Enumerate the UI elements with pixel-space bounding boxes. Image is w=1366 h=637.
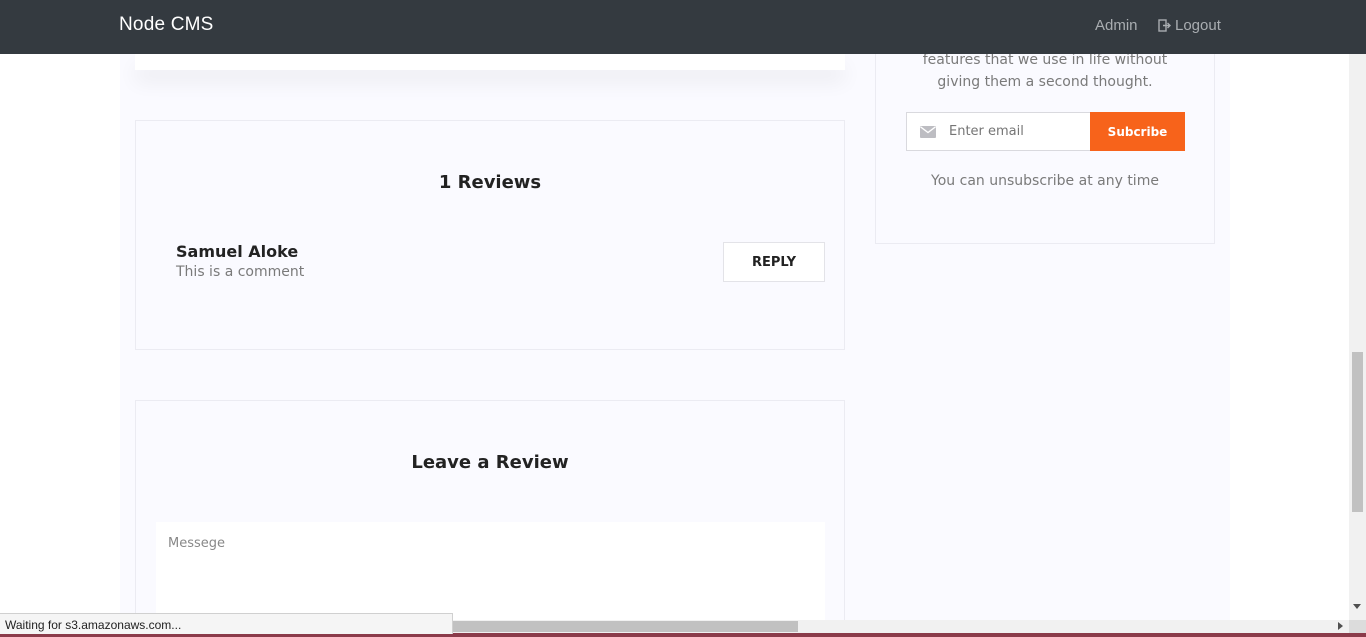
review-author: Samuel Aloke — [176, 242, 299, 261]
logout-label: Logout — [1175, 17, 1221, 34]
top-navbar: Node CMS Admin Logout — [0, 0, 1366, 54]
post-card-bottom — [135, 54, 845, 70]
reply-button[interactable]: REPLY — [723, 242, 825, 282]
email-field-wrapper[interactable] — [906, 112, 1091, 151]
subscribe-button[interactable]: Subcribe — [1090, 112, 1185, 151]
review-text: This is a comment — [176, 264, 305, 280]
scroll-down-arrow-icon[interactable] — [1353, 604, 1361, 609]
logout-icon — [1158, 19, 1171, 32]
browser-status-bar: Waiting for s3.amazonaws.com... — [0, 613, 453, 634]
vertical-scrollbar[interactable] — [1349, 0, 1366, 620]
brand-logo[interactable]: Node CMS — [119, 14, 214, 36]
newsletter-widget: features that we use in life without giv… — [875, 52, 1215, 244]
email-input[interactable] — [949, 124, 1079, 139]
reviews-title: 1 Reviews — [438, 172, 542, 193]
reviews-section: 1 Reviews Samuel Aloke This is a comment… — [135, 120, 845, 350]
nav-logout-link[interactable]: Logout — [1158, 17, 1221, 34]
scroll-right-arrow-icon[interactable] — [1338, 622, 1343, 630]
envelope-icon — [920, 125, 936, 138]
leave-review-section: Leave a Review Messege — [135, 400, 845, 632]
unsubscribe-note: You can unsubscribe at any time — [931, 173, 1159, 189]
nav-admin-link[interactable]: Admin — [1095, 17, 1138, 34]
horizontal-scroll-thumb[interactable] — [453, 621, 798, 632]
message-placeholder: Messege — [168, 536, 226, 551]
leave-review-title: Leave a Review — [411, 452, 569, 473]
scrollbar-corner — [1349, 620, 1366, 633]
vertical-scroll-thumb[interactable] — [1352, 352, 1363, 512]
newsletter-text-line2: giving them a second thought. — [937, 74, 1153, 90]
